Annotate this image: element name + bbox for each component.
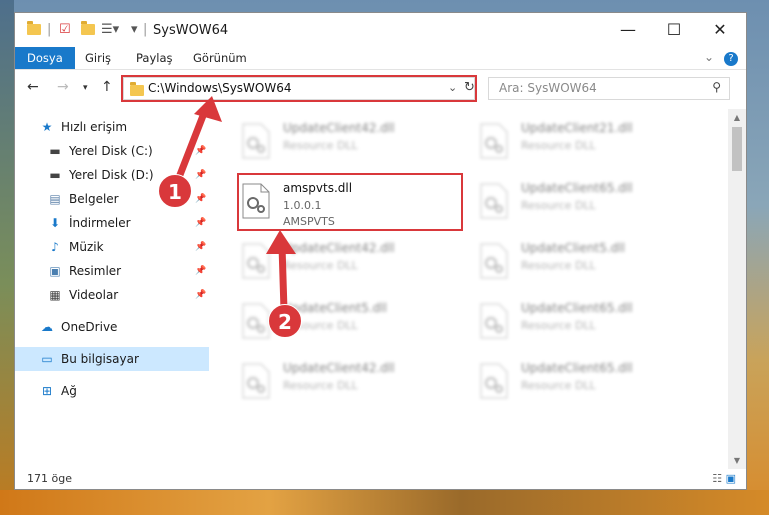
step-2-callout: 2	[268, 304, 302, 338]
step-1-callout: 1	[158, 174, 192, 208]
tutorial-arrows	[174, 96, 296, 314]
